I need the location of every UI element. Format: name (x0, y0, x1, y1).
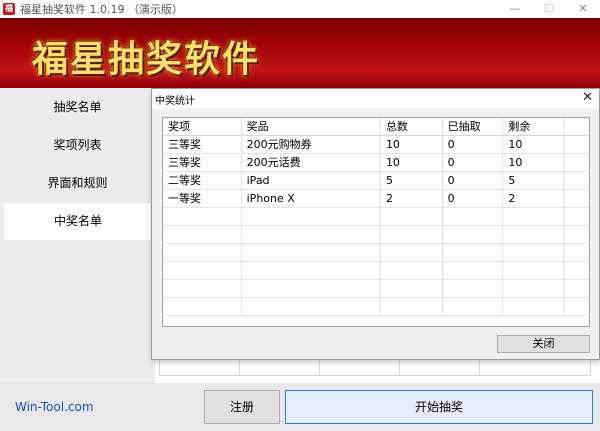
cell-prize-level: 二等奖 (163, 172, 242, 190)
cell-prize-level: 三等奖 (163, 136, 242, 154)
cell-drawn: 0 (443, 190, 504, 208)
close-icon[interactable]: ✕ (582, 90, 593, 105)
cell-prize-level: 三等奖 (163, 154, 242, 172)
cell-total: 5 (381, 172, 443, 190)
window-titlebar: 福 福星抽奖软件 1.0.19 （演示版） — ☐ ✕ (0, 0, 600, 18)
cell-remaining: 2 (503, 190, 565, 208)
table-header-row: 奖项 奖品 总数 已抽取 剩余 (163, 118, 589, 136)
winning-stats-dialog: 中奖统计 ✕ 奖项 奖品 总数 已抽取 剩余 三等奖 200元购物券 10 0 … (151, 88, 600, 360)
window-controls: — ☐ ✕ (498, 0, 600, 18)
dialog-close-button[interactable]: 关闭 (497, 335, 590, 353)
table-row[interactable]: 二等奖 iPad 5 0 5 (163, 172, 589, 190)
column-header-total[interactable]: 总数 (381, 118, 443, 136)
cell-filler (564, 190, 589, 208)
cell-prize: iPhone X (242, 190, 381, 208)
column-header-prize-level[interactable]: 奖项 (163, 118, 242, 136)
column-header-drawn[interactable]: 已抽取 (443, 118, 504, 136)
cell-prize: 200元购物券 (242, 136, 381, 154)
sidebar: 抽奖名单 奖项列表 界面和规则 中奖名单 (0, 88, 155, 383)
cell-total: 10 (381, 136, 443, 154)
banner-logo-title: 福星抽奖软件 (32, 39, 261, 80)
brand-link[interactable]: Win-Tool.com (15, 400, 94, 414)
cell-drawn: 0 (443, 172, 504, 190)
cell-remaining: 10 (503, 136, 565, 154)
cell-drawn: 0 (443, 136, 504, 154)
window-title: 福星抽奖软件 1.0.19 （演示版） (20, 3, 183, 16)
cell-total: 10 (381, 154, 443, 172)
sidebar-item-participants[interactable]: 抽奖名单 (0, 89, 155, 126)
footer-bar: Win-Tool.com 注册 开始抽奖 (0, 383, 600, 431)
app-banner: 福星抽奖软件 (0, 18, 600, 88)
empty-row (163, 262, 589, 280)
cell-remaining: 10 (503, 154, 565, 172)
sidebar-item-ui-rules[interactable]: 界面和规则 (0, 165, 155, 202)
cell-drawn: 0 (443, 154, 504, 172)
cell-prize: iPad (242, 172, 381, 190)
register-button[interactable]: 注册 (204, 390, 280, 424)
minimize-button[interactable]: — (498, 0, 532, 18)
window-close-button[interactable]: ✕ (566, 0, 600, 18)
empty-row (163, 226, 589, 244)
cell-filler (564, 136, 589, 154)
empty-row (163, 298, 589, 316)
empty-row (163, 244, 589, 262)
column-header-remaining[interactable]: 剩余 (503, 118, 565, 136)
cell-total: 2 (381, 190, 443, 208)
column-header-filler (564, 118, 589, 136)
cell-prize-level: 一等奖 (163, 190, 242, 208)
column-header-prize[interactable]: 奖品 (242, 118, 381, 136)
empty-row (163, 280, 589, 298)
dialog-titlebar: 中奖统计 ✕ (152, 89, 599, 109)
stats-table[interactable]: 奖项 奖品 总数 已抽取 剩余 三等奖 200元购物券 10 0 10 三等奖 … (162, 117, 590, 327)
cell-remaining: 5 (503, 172, 565, 190)
cell-filler (564, 154, 589, 172)
sidebar-item-winners[interactable]: 中奖名单 (4, 203, 152, 240)
dialog-title: 中奖统计 (155, 96, 195, 107)
table-row[interactable]: 一等奖 iPhone X 2 0 2 (163, 190, 589, 208)
app-icon: 福 (3, 3, 15, 15)
cell-filler (564, 172, 589, 190)
empty-row (163, 208, 589, 226)
start-draw-button[interactable]: 开始抽奖 (285, 390, 593, 424)
sidebar-item-prizes[interactable]: 奖项列表 (0, 127, 155, 164)
table-row[interactable]: 三等奖 200元话费 10 0 10 (163, 154, 589, 172)
table-row[interactable]: 三等奖 200元购物券 10 0 10 (163, 136, 589, 154)
maximize-button[interactable]: ☐ (532, 0, 566, 18)
cell-prize: 200元话费 (242, 154, 381, 172)
